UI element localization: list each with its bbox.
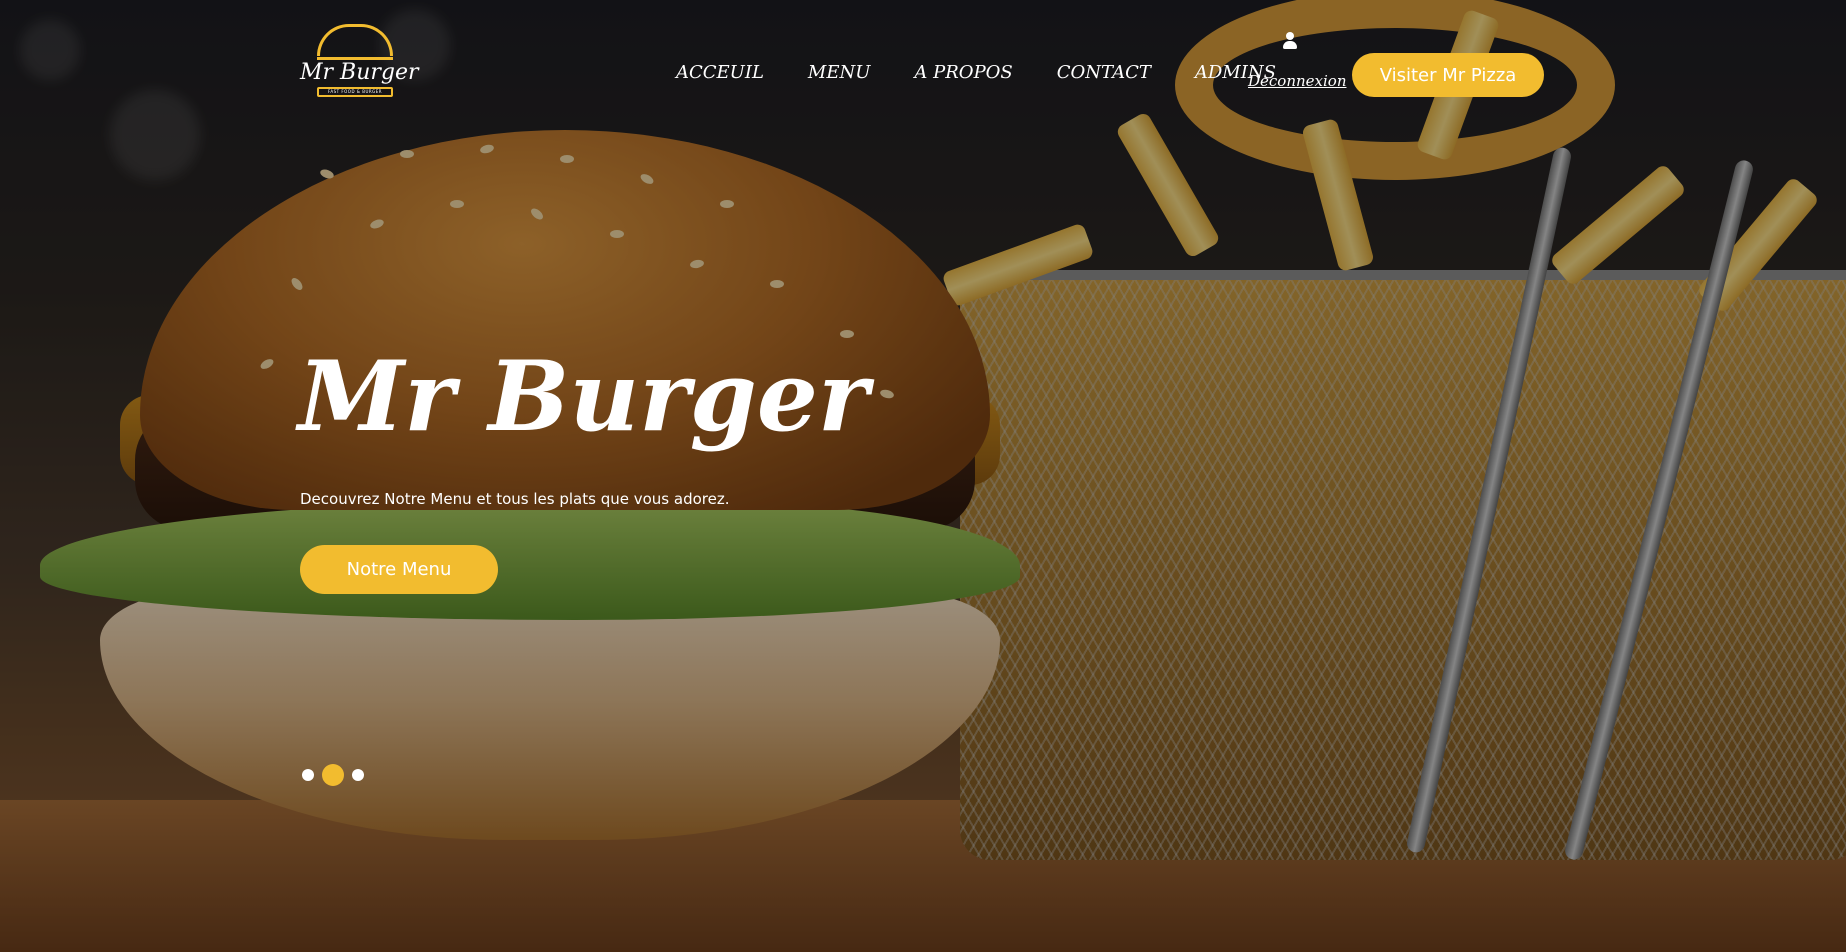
nav-item-contact[interactable]: CONTACT	[1057, 62, 1151, 83]
nav-item-a-propos[interactable]: A PROPOS	[914, 62, 1012, 83]
nav-item-acceuil[interactable]: ACCEUIL	[676, 62, 764, 83]
carousel-dot[interactable]	[352, 769, 364, 781]
dark-overlay	[0, 0, 1846, 952]
nav-item-menu[interactable]: MENU	[808, 62, 871, 83]
burger-logo-icon	[317, 24, 393, 60]
carousel-indicators	[302, 764, 364, 786]
logo[interactable]: Mr Burger FAST FOOD & BURGER	[300, 24, 419, 114]
logo-tagline: FAST FOOD & BURGER	[317, 87, 393, 97]
carousel-dot[interactable]	[302, 769, 314, 781]
user-menu: Deconnexion	[1248, 32, 1346, 90]
notre-menu-button[interactable]: Notre Menu	[300, 545, 498, 594]
logo-text: Mr Burger	[300, 60, 419, 85]
main-nav: ACCEUIL MENU A PROPOS CONTACT ADMINS	[676, 62, 1276, 83]
user-icon[interactable]	[1282, 32, 1298, 50]
hero-title: Mr Burger	[298, 340, 869, 453]
hero-subtitle: Decouvrez Notre Menu et tous les plats q…	[300, 490, 730, 508]
carousel-dot-active[interactable]	[322, 764, 344, 786]
logout-link[interactable]: Deconnexion	[1248, 72, 1346, 90]
visit-mr-pizza-button[interactable]: Visiter Mr Pizza	[1352, 53, 1544, 97]
hero-section: Mr Burger FAST FOOD & BURGER ACCEUIL MEN…	[0, 0, 1846, 952]
